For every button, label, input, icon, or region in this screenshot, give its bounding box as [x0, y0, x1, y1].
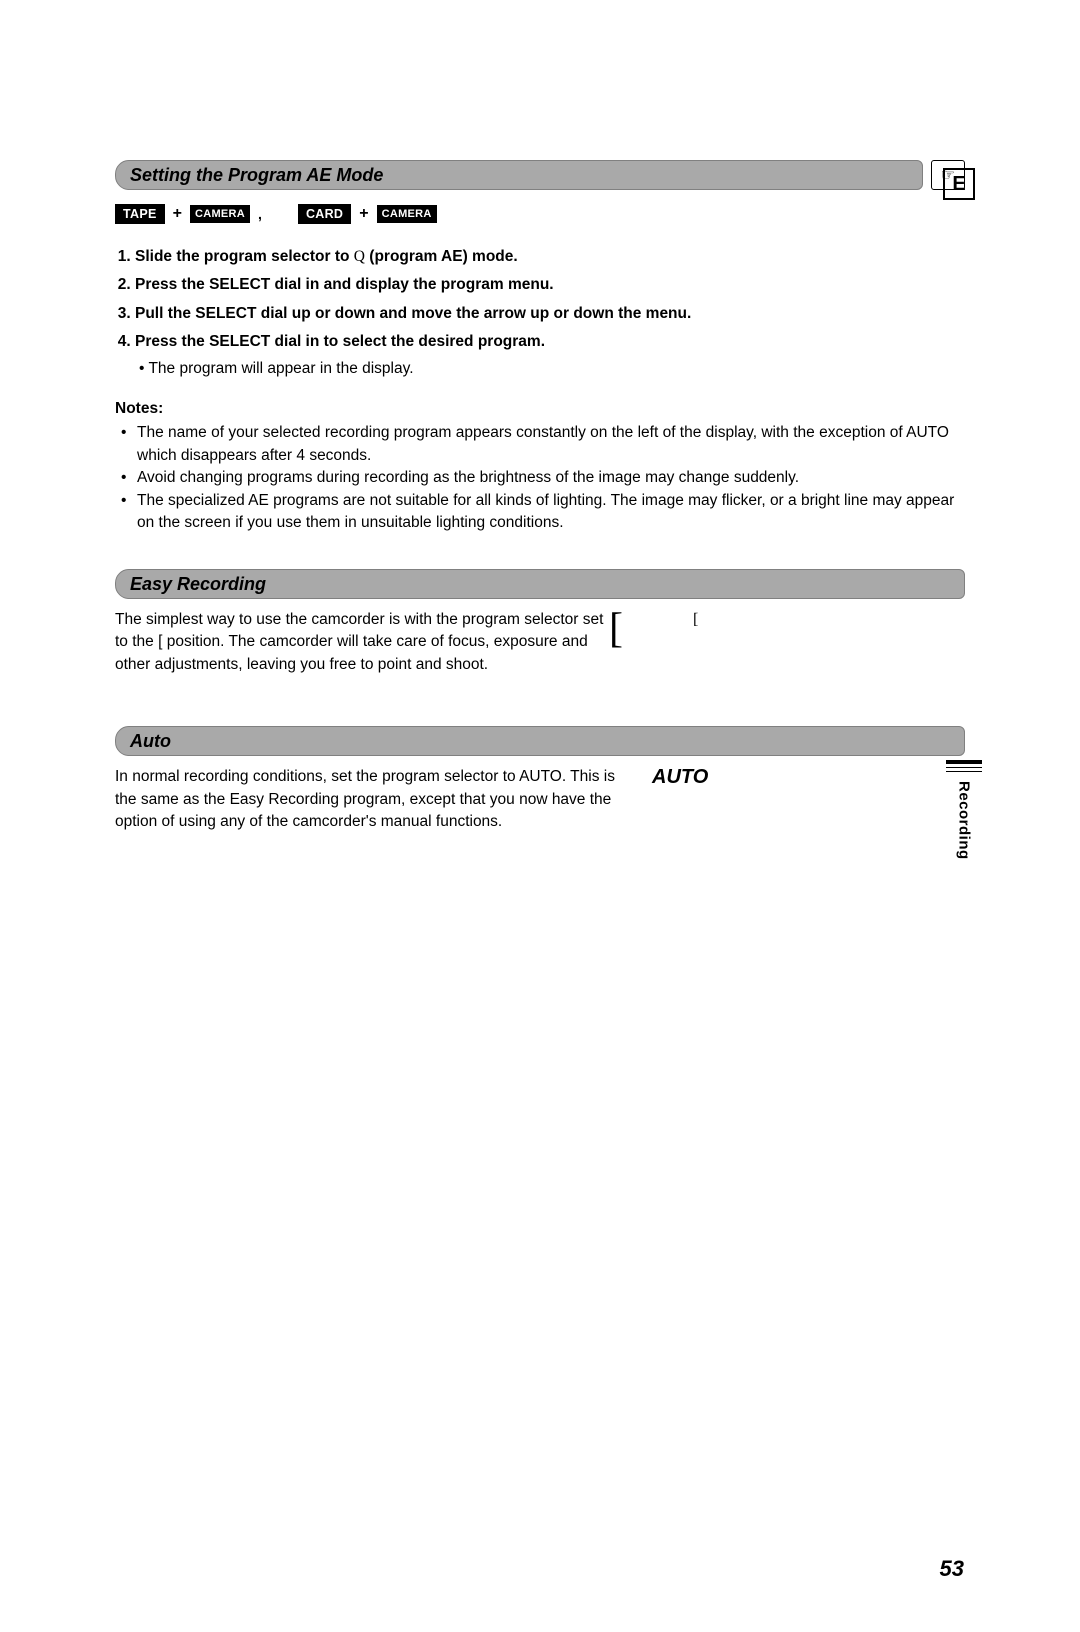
side-tab-lines-icon	[946, 760, 982, 775]
notes-heading: Notes:	[115, 400, 965, 418]
note-item: Avoid changing programs during recording…	[133, 467, 965, 489]
mode-tags-row: TAPE + CAMERA , CARD + CAMERA	[115, 204, 965, 224]
instruction-steps: Slide the program selector to Q (program…	[115, 246, 965, 380]
separator-comma: ,	[258, 206, 262, 222]
step-4-substep: The program will appear in the display.	[153, 358, 965, 380]
page-content: E Setting the Program AE Mode ☞ TAPE + C…	[115, 160, 965, 834]
tag-camera: CAMERA	[190, 205, 250, 223]
tag-card: CARD	[298, 204, 351, 224]
plus-icon: +	[359, 205, 368, 223]
step-1: Slide the program selector to Q (program…	[135, 246, 965, 268]
tag-camera: CAMERA	[377, 205, 437, 223]
section-header-row: Setting the Program AE Mode ☞	[115, 160, 965, 190]
side-tab-label: Recording	[956, 781, 973, 860]
bracket-icon-small: [	[693, 611, 698, 629]
step-3: Pull the SELECT dial up or down and move…	[135, 303, 965, 325]
section-auto: Auto In normal recording conditions, set…	[115, 726, 965, 833]
easy-recording-body: The simplest way to use the camcorder is…	[115, 609, 605, 676]
section-title-program-ae: Setting the Program AE Mode	[115, 160, 923, 190]
step-2: Press the SELECT dial in and display the…	[135, 274, 965, 296]
note-item: The name of your selected recording prog…	[133, 422, 965, 467]
section-easy-recording: Easy Recording The simplest way to use t…	[115, 569, 965, 676]
tag-tape: TAPE	[115, 204, 165, 224]
side-tab: Recording	[946, 760, 982, 860]
plus-icon: +	[173, 205, 182, 223]
bracket-icon-large: [	[609, 605, 623, 653]
note-item: The specialized AE programs are not suit…	[133, 490, 965, 535]
section-title-auto: Auto	[115, 726, 965, 756]
section-title-easy-recording: Easy Recording	[115, 569, 965, 599]
auto-indicator-label: AUTO	[652, 766, 708, 789]
auto-body: In normal recording conditions, set the …	[115, 766, 635, 833]
language-indicator: E	[943, 168, 975, 200]
step-4: Press the SELECT dial in to select the d…	[135, 331, 965, 380]
notes-list: The name of your selected recording prog…	[119, 422, 965, 534]
page-number: 53	[940, 1556, 964, 1582]
